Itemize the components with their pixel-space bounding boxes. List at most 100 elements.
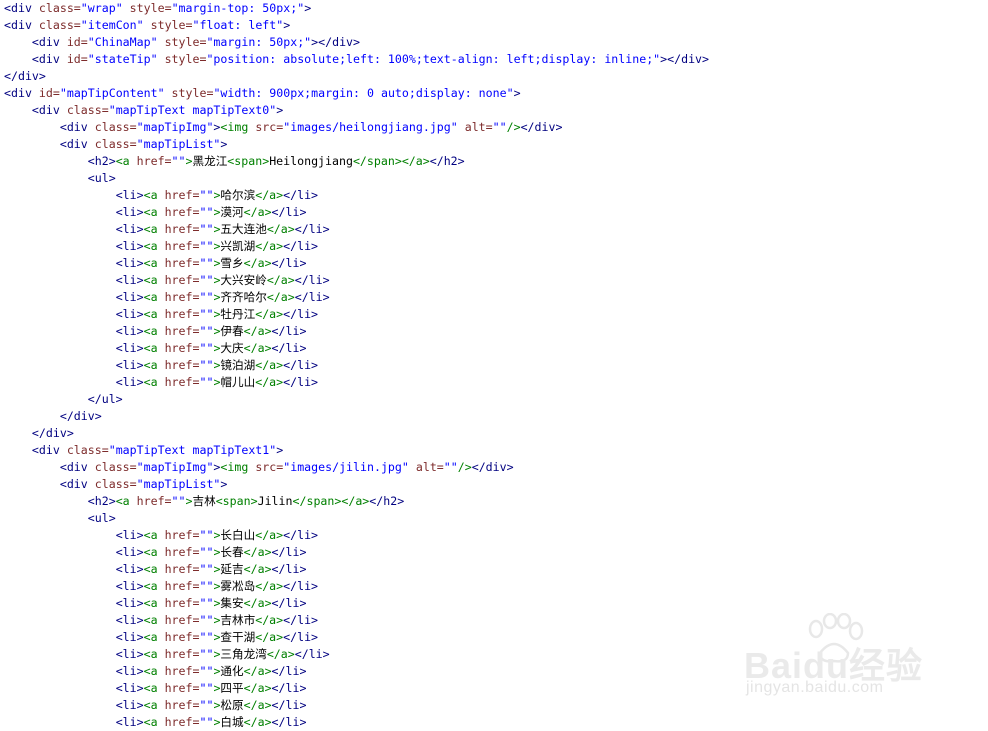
code-token: >: [276, 103, 284, 117]
code-token: href=: [164, 698, 200, 712]
code-token: href=: [164, 290, 200, 304]
code-token: "": [199, 375, 214, 389]
code-token: src=: [255, 460, 284, 474]
code-line: <div class="wrap" style="margin-top: 50p…: [4, 0, 709, 17]
code-line: <div class="mapTipList">: [4, 136, 709, 153]
code-token: <a: [143, 341, 165, 355]
code-token: <li>: [115, 596, 144, 610]
code-token: 延吉: [220, 562, 244, 576]
code-token: </li>: [271, 324, 307, 338]
code-token: href=: [164, 341, 200, 355]
code-line: <li><a href="">牡丹江</a></li>: [4, 306, 709, 323]
code-token: </a>: [266, 222, 295, 236]
code-token: style=: [129, 1, 172, 15]
code-token: >: [220, 137, 228, 151]
code-token: href=: [164, 528, 200, 542]
code-token: <li>: [115, 273, 144, 287]
code-token: <div: [31, 103, 67, 117]
code-token: </li>: [294, 222, 330, 236]
code-token: </a>: [255, 613, 284, 627]
code-token: "": [492, 120, 507, 134]
code-line: <li><a href="">查干湖</a></li>: [4, 629, 709, 646]
code-token: </div>: [520, 120, 563, 134]
code-line: <li><a href="">长白山</a></li>: [4, 527, 709, 544]
code-token: id=: [66, 52, 88, 66]
code-token: href=: [164, 222, 200, 236]
code-token: </li>: [271, 545, 307, 559]
code-token: "": [199, 715, 214, 729]
code-token: "": [199, 341, 214, 355]
code-token: <a: [143, 596, 165, 610]
code-token: "float: left": [192, 18, 284, 32]
code-token: </li>: [283, 358, 319, 372]
code-token: "mapTipImg": [136, 460, 214, 474]
code-token: </a>: [243, 698, 272, 712]
code-line: </div>: [4, 425, 709, 442]
code-token: <img: [220, 120, 256, 134]
code-token: "mapTipList": [136, 477, 221, 491]
code-line: <ul>: [4, 170, 709, 187]
code-token: 雪乡: [220, 256, 244, 270]
code-token: "": [199, 647, 214, 661]
code-token: 集安: [220, 596, 244, 610]
code-token: style=: [171, 86, 214, 100]
code-token: 吉林市: [220, 613, 256, 627]
code-line: <li><a href="">白城</a></li>: [4, 714, 709, 731]
code-token: </li>: [271, 715, 307, 729]
code-line: <div id="ChinaMap" style="margin: 50px;"…: [4, 34, 709, 51]
code-line: <li><a href="">兴凯湖</a></li>: [4, 238, 709, 255]
code-token: <span>: [215, 494, 258, 508]
code-token: <a: [143, 562, 165, 576]
code-token: "": [199, 188, 214, 202]
code-token: "mapTipText mapTipText1": [108, 443, 277, 457]
code-token: "mapTipText mapTipText0": [108, 103, 277, 117]
code-token: href=: [164, 681, 200, 695]
code-token: href=: [164, 358, 200, 372]
code-token: <div: [59, 477, 95, 491]
code-token: 大兴安岭: [220, 273, 267, 287]
code-line: <li><a href="">通化</a></li>: [4, 663, 709, 680]
code-token: </a>: [243, 715, 272, 729]
code-token: </a>: [243, 681, 272, 695]
code-token: </div>: [4, 69, 46, 83]
code-token: <li>: [115, 698, 144, 712]
code-token: </li>: [294, 273, 330, 287]
code-token: </li>: [283, 375, 319, 389]
code-token: href=: [164, 205, 200, 219]
code-line: <li><a href="">吉林市</a></li>: [4, 612, 709, 629]
code-token: "": [171, 154, 186, 168]
code-token: </a>: [243, 562, 272, 576]
code-token: <li>: [115, 188, 144, 202]
code-token: <a: [143, 715, 165, 729]
code-token: </a>: [255, 188, 284, 202]
code-line: <li><a href="">大兴安岭</a></li>: [4, 272, 709, 289]
code-token: </li>: [283, 613, 319, 627]
code-line: </div>: [4, 408, 709, 425]
code-line: <li><a href="">四平</a></li>: [4, 680, 709, 697]
code-token: style=: [164, 52, 207, 66]
code-token: class=: [94, 137, 137, 151]
code-token: "itemCon": [80, 18, 151, 32]
code-line: <div class="itemCon" style="float: left"…: [4, 17, 709, 34]
code-token: "width: 900px;margin: 0 auto;display: no…: [213, 86, 514, 100]
code-token: <li>: [115, 528, 144, 542]
code-token: 镜泊湖: [220, 358, 256, 372]
code-token: "": [199, 290, 214, 304]
code-token: "": [199, 613, 214, 627]
code-token: </span></a>: [292, 494, 370, 508]
code-token: "images/jilin.jpg": [283, 460, 416, 474]
code-token: <ul>: [87, 511, 116, 525]
code-token: "margin-top: 50px;": [171, 1, 305, 15]
code-token: 大庆: [220, 341, 244, 355]
code-token: href=: [164, 256, 200, 270]
code-token: 四平: [220, 681, 244, 695]
